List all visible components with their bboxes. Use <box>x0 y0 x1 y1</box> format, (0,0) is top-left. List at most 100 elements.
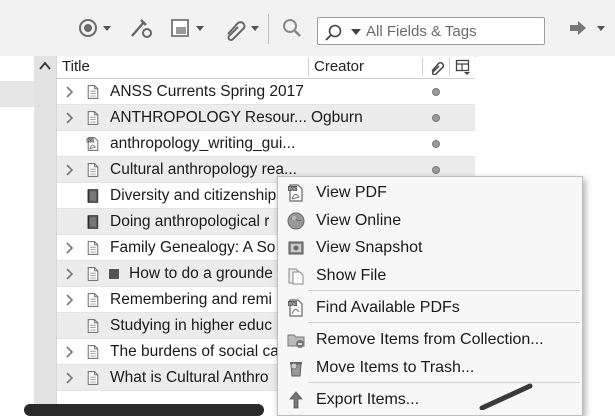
new-item-icon <box>79 19 111 37</box>
menu-item-view-snapshot[interactable]: View Snapshot <box>278 235 582 261</box>
menu-item-find-available-pdfs[interactable]: PDF Find Available PDFs <box>278 295 582 321</box>
svg-text:PDF: PDF <box>289 301 298 306</box>
menu-item-label: Find Available PDFs <box>316 299 460 316</box>
document-icon <box>87 345 99 359</box>
search-field[interactable] <box>317 17 545 45</box>
item-type-icon: PDF <box>85 134 101 154</box>
attachment-dot-icon[interactable] <box>432 114 440 122</box>
item-title: ANSS Currents Spring 2017 <box>110 83 304 100</box>
attachment-dot-icon[interactable] <box>432 140 440 148</box>
item-title: anthropology_writing_gui... <box>110 135 296 152</box>
item-type-icon <box>85 264 101 284</box>
item-title: Cultural anthropology rea... <box>110 161 297 178</box>
document-icon <box>87 111 99 125</box>
sync-button[interactable] <box>566 14 610 42</box>
column-picker[interactable] <box>455 59 471 81</box>
table-row[interactable]: ANTHROPOLOGY Resour... Ogburn <box>57 105 475 131</box>
attachment-dot-icon[interactable] <box>432 88 440 96</box>
document-icon <box>87 85 99 99</box>
menu-item-move-to-trash[interactable]: Move Items to Trash... <box>278 355 582 381</box>
chevron-right-icon[interactable] <box>65 163 75 177</box>
document-icon <box>87 319 99 333</box>
item-title: Diversity and citizenship <box>110 187 277 204</box>
search-input[interactable] <box>366 21 536 41</box>
menu-item-view-pdf[interactable]: PDF View PDF <box>278 180 582 206</box>
remove-from-collection-icon <box>287 334 305 348</box>
item-type-icon <box>85 82 101 102</box>
menu-item-label: View Online <box>316 212 402 229</box>
item-title: Studying in higher educ <box>110 317 273 334</box>
menu-item-label: View Snapshot <box>316 239 423 256</box>
menu-item-label: Export Items... <box>316 391 420 408</box>
item-type-icon <box>85 108 101 128</box>
svg-text:PDF: PDF <box>87 139 94 143</box>
column-title[interactable]: Title <box>62 56 90 78</box>
item-title: What is Cultural Anthro <box>110 369 269 386</box>
color-tag-icon <box>109 269 119 279</box>
attachment-icon <box>431 61 445 76</box>
toolbar <box>0 0 615 57</box>
snapshot-icon <box>288 241 304 255</box>
toolbar-separator <box>268 14 269 44</box>
menu-item-icon <box>286 211 306 231</box>
svg-text:PDF: PDF <box>289 186 298 191</box>
column-attachments[interactable] <box>429 59 445 81</box>
document-icon <box>87 371 99 385</box>
column-creator[interactable]: Creator <box>314 56 364 78</box>
menu-item-show-file[interactable]: Show File <box>278 263 582 289</box>
pane-gutter <box>34 56 56 410</box>
new-note-icon <box>171 19 204 37</box>
menu-item-view-online[interactable]: View Online <box>278 208 582 234</box>
sync-icon <box>570 21 605 35</box>
sort-ascending-icon[interactable] <box>38 60 52 72</box>
add-by-identifier-button[interactable] <box>126 14 156 42</box>
item-title: Family Genealogy: A So <box>110 239 276 256</box>
chevron-right-icon[interactable] <box>65 85 75 99</box>
tooltip <box>24 404 264 416</box>
column-picker-icon <box>455 59 470 75</box>
menu-item-icon <box>286 330 306 350</box>
menu-item-remove-from-collection[interactable]: Remove Items from Collection... <box>278 327 582 353</box>
chevron-right-icon[interactable] <box>65 267 75 281</box>
chevron-right-icon[interactable] <box>65 293 75 307</box>
menu-item-label: View PDF <box>316 184 387 201</box>
trash-icon <box>290 362 302 377</box>
table-row[interactable]: PDF anthropology_writing_gui... <box>57 131 475 157</box>
document-icon <box>87 293 99 307</box>
table-row[interactable]: ANSS Currents Spring 2017 <box>57 79 475 105</box>
item-title: Remembering and remi <box>110 291 272 308</box>
menu-item-icon: PDF <box>286 183 306 203</box>
menu-separator <box>308 322 580 323</box>
locate-button[interactable] <box>279 14 305 42</box>
document-icon <box>87 163 99 177</box>
chevron-right-icon[interactable] <box>65 241 75 255</box>
menu-item-icon <box>286 358 306 378</box>
chevron-right-icon[interactable] <box>65 345 75 359</box>
menu-item-icon <box>286 390 306 410</box>
chevron-right-icon[interactable] <box>65 371 75 385</box>
item-title: How to do a grounde <box>129 265 273 282</box>
pdf-icon: PDF <box>288 184 303 202</box>
item-type-icon <box>85 186 101 206</box>
attachment-dot-icon[interactable] <box>432 166 440 174</box>
new-note-button[interactable] <box>168 14 208 42</box>
add-attachment-button[interactable] <box>220 14 264 42</box>
add-by-identifier-icon <box>131 19 152 38</box>
pdf-icon: PDF <box>86 137 99 151</box>
menu-separator <box>308 290 580 291</box>
column-header: Title Creator <box>57 56 475 79</box>
item-type-icon <box>85 212 101 232</box>
menu-item-icon <box>286 266 306 286</box>
chevron-right-icon[interactable] <box>65 111 75 125</box>
menu-item-label: Show File <box>316 267 387 284</box>
attachment-icon <box>227 21 259 41</box>
menu-item-icon <box>286 238 306 258</box>
item-type-icon <box>85 238 101 258</box>
annotation-arrow-icon <box>479 383 533 410</box>
item-title: Doing anthropological r <box>110 213 270 230</box>
new-item-button[interactable] <box>76 14 116 42</box>
search-mode-dropdown[interactable] <box>351 29 361 35</box>
item-type-icon <box>85 342 101 362</box>
menu-item-label: Remove Items from Collection... <box>316 331 544 348</box>
item-type-icon <box>85 316 101 336</box>
